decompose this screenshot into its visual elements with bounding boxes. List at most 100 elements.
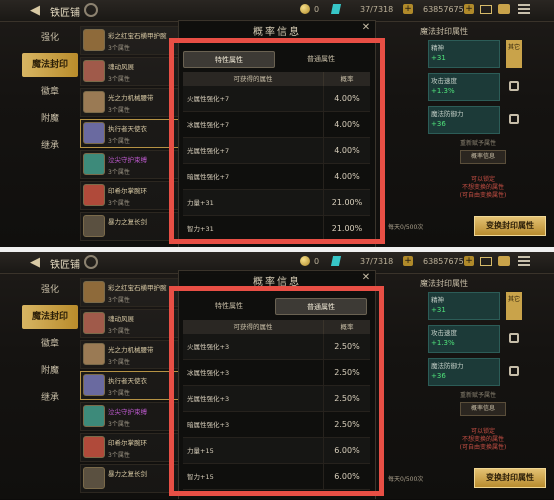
item-list: 彩之红宝石横甲护腕 3个属性 魂动风展 3个属性 光之力机械腰带 3个属性 执行者天使衣 3个… [80,26,180,243]
currency-small: 0 [314,257,320,266]
attribute-slot: 攻击速度 +1.3% [420,73,530,101]
item-count: 3个属性 [108,328,130,335]
item-icon [83,122,105,144]
refine-seal-button[interactable]: 变换封印属性 [474,216,546,236]
back-button[interactable]: ◀ [30,3,40,19]
item-count: 3个属性 [108,359,130,366]
nav-item[interactable]: 继承 [22,386,78,410]
remaining-count: 每天0/500次 [388,224,424,231]
lock-icon[interactable] [509,333,519,343]
chest-icon[interactable] [498,256,510,266]
item-icon [83,60,105,82]
nav-item[interactable]: 徽章 [22,332,78,356]
app-title: 铁匠铺 [50,260,80,271]
coin-icon [300,256,310,266]
item-name: 暴力之复长剑 [108,218,147,226]
item-count: 3个属性 [108,200,130,207]
lock-icon[interactable] [509,114,519,124]
lock-icon[interactable] [509,366,519,376]
reassign-hint: 重新赋予属性 [459,140,496,147]
close-icon[interactable]: ✕ [361,23,371,33]
gem-icon [330,256,342,266]
back-button[interactable]: ◀ [30,255,40,271]
list-item[interactable]: 泣尖守护束缚 3个属性 [80,402,180,431]
gear-icon[interactable] [84,255,98,269]
list-item[interactable]: 泣尖守护束缚 3个属性 [80,150,180,179]
add-gem-button[interactable]: + [403,256,413,266]
reassign-hint: 重新赋予属性 [459,392,496,399]
refine-seal-button[interactable]: 变换封印属性 [474,468,546,488]
right-panel-title: 魔法封印属性 [420,279,468,288]
item-name: 彩之红宝石横甲护腕 [108,32,167,40]
close-icon[interactable]: ✕ [361,273,371,283]
list-item[interactable]: 彩之红宝石横甲护腕 3个属性 [80,26,180,55]
list-item[interactable]: 执行者天使衣 3个属性 [80,371,180,400]
list-item[interactable]: 印希尔掌腕环 3个属性 [80,181,180,210]
attribute-slot: 魔法防御力 +36 [420,358,530,386]
probability-info-button[interactable]: 概率信息 [460,150,506,164]
item-icon [83,374,105,396]
item-count: 3个属性 [108,421,130,428]
currency-gold: 63857675 [423,257,464,266]
list-item[interactable]: 彩之红宝石横甲护腕 3个属性 [80,278,180,307]
item-icon [83,436,105,458]
highlight-box [169,286,384,496]
attribute-slot: 精神 +31 其它 [420,40,530,68]
item-icon [83,91,105,113]
screenshot-top: ◀ 铁匠铺 0 37/7318 +63857675 + 强化 魔法封印 徽章 附魔 继承 彩之红宝石横… [0,0,554,247]
currency-gem: 37/7318 [360,257,394,266]
list-item[interactable]: 暴力之复长剑 [80,464,180,493]
add-gold-button[interactable]: + [464,4,474,14]
left-nav: 强化魔法封印徽章附魔继承 [22,26,78,161]
highlight-box [169,38,385,244]
add-gem-button[interactable]: + [403,4,413,14]
slot-name: 攻击速度 [431,329,457,337]
lock-hint-3: (可自由变换属性) [459,444,507,451]
nav-item[interactable]: 徽章 [22,80,78,104]
item-name: 光之力机械腰带 [108,346,154,354]
list-item[interactable]: 印希尔掌腕环 3个属性 [80,433,180,462]
nav-item[interactable]: 附魔 [22,107,78,131]
item-name: 魂动风展 [108,63,134,71]
currency-small: 0 [314,5,320,14]
gear-icon[interactable] [84,3,98,17]
nav-item[interactable]: 魔法封印 [22,305,78,329]
add-gold-button[interactable]: + [464,256,474,266]
right-panel-title: 魔法封印属性 [420,27,468,36]
item-count: 3个属性 [108,138,130,145]
list-item[interactable]: 执行者天使衣 3个属性 [80,119,180,148]
nav-item[interactable]: 强化 [22,278,78,302]
list-item[interactable]: 魂动风展 3个属性 [80,309,180,338]
item-name: 光之力机械腰带 [108,94,154,102]
item-count: 3个属性 [108,107,130,114]
item-count: 3个属性 [108,45,130,52]
screenshot-bottom: ◀ 铁匠铺 0 37/7318 +63857675 + 强化 魔法封印 徽章 附魔 继承 彩之红宝石横… [0,252,554,499]
list-item[interactable]: 光之力机械腰带 3个属性 [80,340,180,369]
menu-icon[interactable] [518,256,530,266]
nav-item[interactable]: 附魔 [22,359,78,383]
item-count: 3个属性 [108,452,130,459]
gem-icon [330,4,342,14]
probability-info-button[interactable]: 概率信息 [460,402,506,416]
menu-icon[interactable] [518,4,530,14]
list-item[interactable]: 光之力机械腰带 3个属性 [80,88,180,117]
lock-hint-1: 可以锁定 [470,428,495,435]
left-nav: 强化魔法封印徽章附魔继承 [22,278,78,413]
lock-icon[interactable] [509,81,519,91]
nav-item[interactable]: 继承 [22,134,78,158]
other-button[interactable]: 其它 [506,40,522,68]
nav-item[interactable]: 魔法封印 [22,53,78,77]
mail-icon[interactable] [480,5,492,14]
right-panel: 魔法封印属性 精神 +31 其它 攻击速度 +1.3% 魔法防御力 +36 重新赋予属性 概率信息… [420,26,530,236]
slot-value: +1.3% [431,87,455,95]
list-item[interactable]: 魂动风展 3个属性 [80,57,180,86]
item-name: 泣尖守护束缚 [108,156,147,164]
item-count: 3个属性 [108,169,130,176]
lock-hint-2: 不想变换的属性 [461,184,504,191]
list-item[interactable]: 暴力之复长剑 [80,212,180,241]
other-button[interactable]: 其它 [506,292,522,320]
mail-icon[interactable] [480,257,492,266]
nav-item[interactable]: 强化 [22,26,78,50]
item-count: 3个属性 [108,76,130,83]
chest-icon[interactable] [498,4,510,14]
